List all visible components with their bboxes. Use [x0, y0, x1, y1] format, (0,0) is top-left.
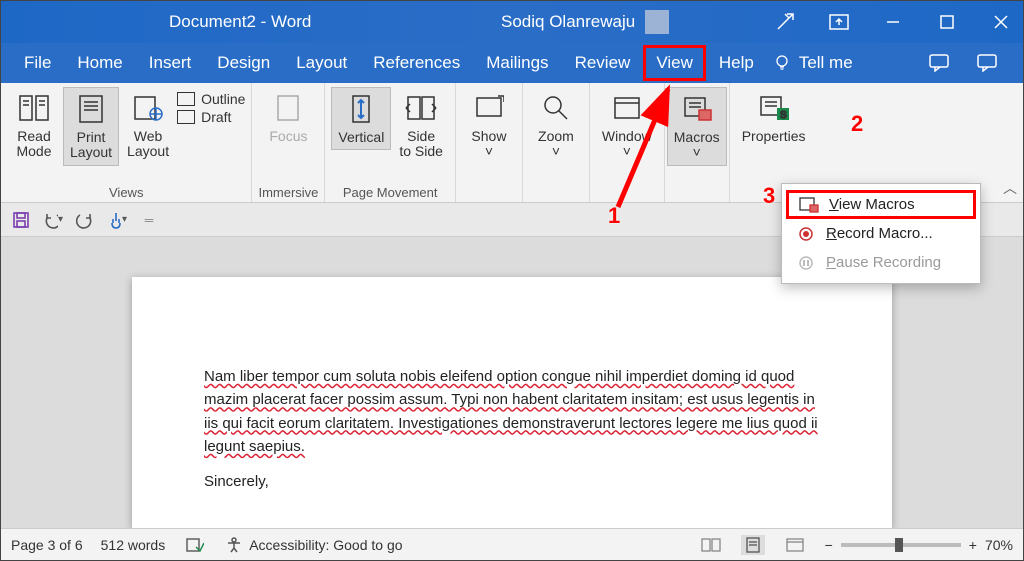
group-show: Show˅ — [456, 83, 523, 202]
web-layout-icon — [131, 91, 165, 125]
print-layout-icon — [74, 92, 108, 126]
vertical-icon — [344, 92, 378, 126]
tab-references[interactable]: References — [360, 45, 473, 81]
focus-icon — [271, 91, 305, 125]
print-layout-view-icon[interactable] — [741, 535, 765, 555]
tab-review[interactable]: Review — [562, 45, 644, 81]
side-to-side-icon — [404, 91, 438, 125]
pause-recording-icon — [796, 255, 816, 271]
focus-button[interactable]: Focus — [261, 87, 315, 148]
web-layout-button[interactable]: Web Layout — [121, 87, 175, 164]
word-count[interactable]: 512 words — [101, 537, 166, 553]
record-macro-item[interactable]: Record Macro... — [782, 219, 980, 248]
closing-line: Sincerely, — [204, 470, 820, 493]
tab-layout[interactable]: Layout — [283, 45, 360, 81]
tell-me-label: Tell me — [799, 53, 853, 73]
avatar-icon — [645, 10, 669, 34]
accessibility-status[interactable]: Accessibility: Good to go — [225, 536, 402, 554]
properties-icon: S — [757, 91, 791, 125]
tab-mailings[interactable]: Mailings — [473, 45, 561, 81]
tell-me-search[interactable]: Tell me — [773, 53, 853, 73]
web-layout-view-icon[interactable] — [783, 535, 807, 555]
document-page[interactable]: Nam liber tempor cum soluta nobis eleife… — [132, 277, 892, 528]
zoom-button[interactable]: Zoom˅ — [529, 87, 583, 164]
tab-view[interactable]: View — [643, 45, 706, 81]
touch-mode-button[interactable]: ▾ — [107, 210, 127, 230]
properties-button[interactable]: S Properties — [736, 87, 812, 148]
comments-icon[interactable] — [929, 54, 951, 72]
read-mode-icon — [17, 91, 51, 125]
view-macros-item[interactable]: View Macros — [786, 190, 976, 219]
callout-3: 3 — [763, 183, 775, 209]
read-mode-button[interactable]: Read Mode — [7, 87, 61, 164]
svg-text:S: S — [780, 110, 787, 121]
annotation-arrow — [606, 77, 696, 217]
collapse-ribbon-icon[interactable]: ︿ — [1003, 178, 1017, 198]
zoom-icon — [539, 91, 573, 125]
outline-icon — [177, 92, 195, 106]
read-mode-view-icon[interactable] — [699, 535, 723, 555]
ribbon: Read Mode Print Layout Web Layout Outlin… — [1, 83, 1023, 203]
group-zoom: Zoom˅ — [523, 83, 590, 202]
minimize-button[interactable] — [879, 8, 907, 36]
view-macros-icon — [799, 197, 819, 213]
maximize-button[interactable] — [933, 8, 961, 36]
zoom-in-button[interactable]: + — [969, 537, 977, 553]
zoom-slider[interactable] — [841, 543, 961, 547]
side-to-side-button[interactable]: Side to Side — [393, 87, 449, 164]
vertical-button[interactable]: Vertical — [331, 87, 391, 150]
page-indicator[interactable]: Page 3 of 6 — [11, 537, 83, 553]
callout-2: 2 — [851, 111, 863, 137]
outline-button[interactable]: Outline — [177, 91, 245, 107]
user-name: Sodiq Olanrewaju — [501, 12, 635, 32]
show-icon — [472, 91, 506, 125]
callout-1: 1 — [608, 203, 620, 229]
lightbulb-icon — [773, 54, 791, 72]
spellcheck-icon[interactable] — [183, 535, 207, 555]
record-macro-icon — [796, 226, 816, 242]
tab-help[interactable]: Help — [706, 45, 767, 81]
draft-icon — [177, 110, 195, 124]
print-layout-button[interactable]: Print Layout — [63, 87, 119, 166]
close-button[interactable] — [987, 8, 1015, 36]
tab-home[interactable]: Home — [64, 45, 135, 81]
group-views: Read Mode Print Layout Web Layout Outlin… — [1, 83, 252, 202]
quick-save-icon[interactable] — [771, 8, 799, 36]
group-page-movement: Vertical Side to Side Page Movement — [325, 83, 456, 202]
show-button[interactable]: Show˅ — [462, 87, 516, 164]
status-bar: Page 3 of 6 512 words Accessibility: Goo… — [1, 528, 1023, 560]
ribbon-display-icon[interactable] — [825, 8, 853, 36]
redo-button[interactable] — [75, 210, 95, 230]
draft-button[interactable]: Draft — [177, 109, 245, 125]
group-immersive: Focus Immersive — [252, 83, 325, 202]
save-button[interactable] — [11, 210, 31, 230]
tab-file[interactable]: File — [11, 45, 64, 81]
pause-recording-item: Pause Recording — [782, 248, 980, 277]
zoom-level[interactable]: 70% — [985, 537, 1013, 553]
menu-bar: File Home Insert Design Layout Reference… — [1, 43, 1023, 83]
accessibility-icon — [225, 536, 243, 554]
zoom-control[interactable]: − + 70% — [825, 537, 1013, 553]
tab-design[interactable]: Design — [204, 45, 283, 81]
zoom-out-button[interactable]: − — [825, 537, 833, 553]
macros-dropdown: View Macros Record Macro... Pause Record… — [781, 183, 981, 284]
user-account[interactable]: Sodiq Olanrewaju — [501, 10, 669, 34]
share-icon[interactable] — [977, 54, 999, 72]
undo-button[interactable]: ▾ — [43, 210, 63, 230]
qat-customize[interactable]: ═ — [139, 210, 159, 230]
body-paragraph: Nam liber tempor cum soluta nobis eleife… — [204, 365, 820, 458]
document-title: Document2 - Word — [169, 12, 311, 32]
tab-insert[interactable]: Insert — [136, 45, 205, 81]
title-bar: Document2 - Word Sodiq Olanrewaju — [1, 1, 1023, 43]
